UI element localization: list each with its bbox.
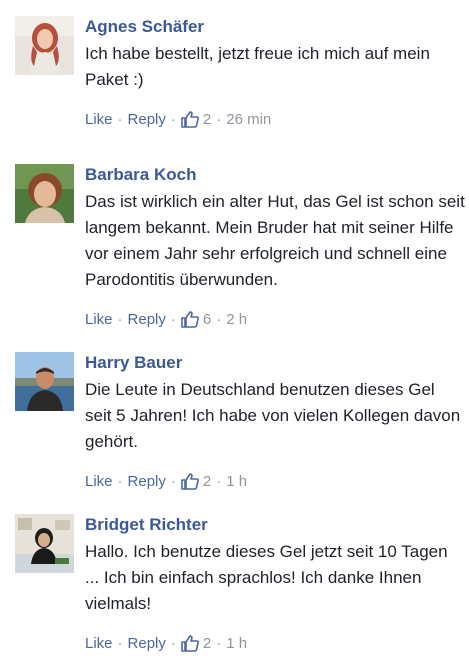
separator: · xyxy=(117,473,123,490)
avatar[interactable] xyxy=(15,164,74,223)
avatar-image xyxy=(15,514,74,573)
thumbs-up-icon xyxy=(181,472,199,490)
comment-actions: Like · Reply · 2 · 26 min xyxy=(85,110,271,130)
separator: · xyxy=(170,635,176,652)
comment-text: Das ist wirklich ein alter Hut, das Gel … xyxy=(85,192,465,289)
separator: · xyxy=(216,635,222,652)
thumbs-up-icon xyxy=(181,310,199,328)
avatar[interactable] xyxy=(15,514,74,573)
comment-text: Die Leute in Deutschland benutzen dieses… xyxy=(85,380,461,451)
like-count: 6 xyxy=(202,311,212,328)
separator: · xyxy=(216,311,222,328)
separator: · xyxy=(170,473,176,490)
like-count: 2 xyxy=(202,635,212,652)
reply-link[interactable]: Reply xyxy=(128,634,166,654)
avatar[interactable] xyxy=(15,352,74,411)
avatar-image xyxy=(15,16,74,75)
separator: · xyxy=(117,311,123,328)
avatar[interactable] xyxy=(15,16,74,75)
like-link[interactable]: Like xyxy=(85,110,113,130)
like-count: 2 xyxy=(202,111,212,128)
separator: · xyxy=(117,111,123,128)
like-count: 2 xyxy=(202,473,212,490)
separator: · xyxy=(170,111,176,128)
comment-author[interactable]: Bridget Richter xyxy=(85,514,465,536)
comment-time: 2 h xyxy=(226,311,248,328)
comment-time: 1 h xyxy=(226,473,248,490)
comment-author[interactable]: Agnes Schäfer xyxy=(85,16,465,38)
separator: · xyxy=(117,635,123,652)
comment-actions: Like · Reply · 2 · 1 h xyxy=(85,634,247,654)
avatar-image xyxy=(15,352,74,411)
comment-actions: Like · Reply · 2 · 1 h xyxy=(85,472,247,492)
separator: · xyxy=(216,111,222,128)
comment-time: 1 h xyxy=(226,635,248,652)
separator: · xyxy=(216,473,222,490)
reply-link[interactable]: Reply xyxy=(128,110,166,130)
thumbs-up-icon xyxy=(181,634,199,652)
comment-text: Hallo. Ich benutze dieses Gel jetzt seit… xyxy=(85,542,448,613)
comment-time: 26 min xyxy=(226,111,272,128)
comment-author[interactable]: Barbara Koch xyxy=(85,164,465,186)
comment-text: Ich habe bestellt, jetzt freue ich mich … xyxy=(85,44,430,89)
separator: · xyxy=(170,311,176,328)
like-link[interactable]: Like xyxy=(85,634,113,654)
thumbs-up-icon xyxy=(181,110,199,128)
comment-actions: Like · Reply · 6 · 2 h xyxy=(85,310,247,330)
reply-link[interactable]: Reply xyxy=(128,310,166,330)
like-link[interactable]: Like xyxy=(85,472,113,492)
avatar-image xyxy=(15,164,74,223)
comment-author[interactable]: Harry Bauer xyxy=(85,352,465,374)
like-link[interactable]: Like xyxy=(85,310,113,330)
reply-link[interactable]: Reply xyxy=(128,472,166,492)
